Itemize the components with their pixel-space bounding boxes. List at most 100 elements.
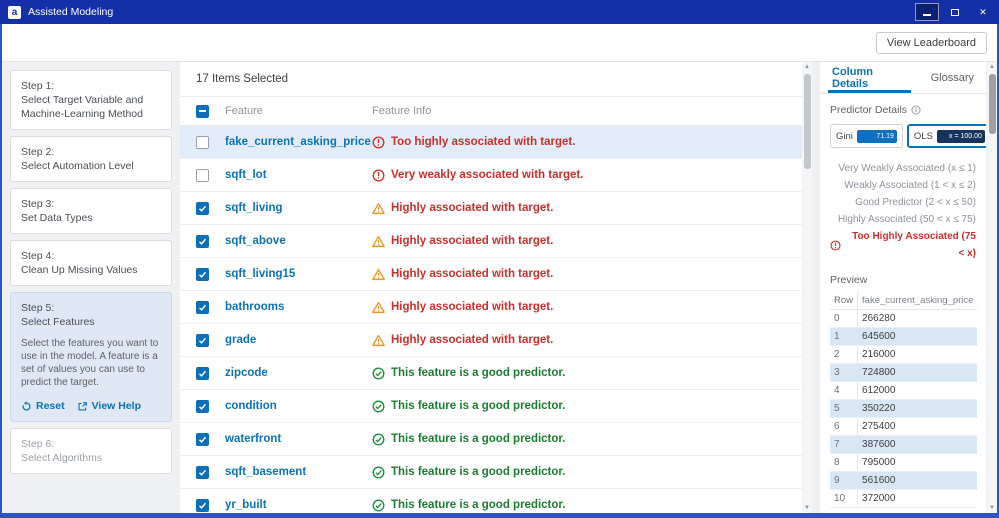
feature-info: Highly associated with target. [372, 235, 553, 248]
preview-header-row: Row fake_current_asking_price [830, 292, 978, 310]
select-all-checkbox[interactable] [196, 104, 209, 118]
feature-row[interactable]: sqft_basement This feature is a good pred… [180, 456, 812, 489]
right-panel-scrollbar[interactable]: ▲ ▼ [987, 62, 997, 513]
ols-toggle[interactable]: OLS x = 100.00 [906, 124, 986, 148]
reset-link[interactable]: Reset [21, 399, 65, 413]
feature-name-link[interactable]: grade [225, 334, 372, 346]
predictor-details-label: Predictor Details [830, 104, 908, 116]
feature-name-link[interactable]: condition [225, 400, 372, 412]
step-label: Step 3: [21, 198, 55, 210]
feature-name-link[interactable]: sqft_above [225, 235, 372, 247]
row-checkbox[interactable] [196, 300, 209, 314]
feature-row[interactable]: sqft_lot Very weakly associated with targ… [180, 159, 812, 192]
row-checkbox[interactable] [196, 201, 209, 215]
scroll-down-arrow[interactable]: ▼ [987, 503, 997, 513]
feature-info: Highly associated with target. [372, 301, 553, 314]
maximize-button[interactable] [943, 3, 967, 21]
ols-value-bar: x = 100.00 [936, 129, 985, 143]
preview-row: 7 387600 [830, 435, 978, 454]
good-icon [372, 433, 385, 446]
info-icon[interactable] [911, 105, 921, 115]
scroll-up-arrow[interactable]: ▲ [987, 62, 997, 72]
title-bar: a Assisted Modeling ✕ [0, 0, 999, 24]
feature-name-link[interactable]: fake_current_asking_price [225, 136, 372, 148]
app-window: a Assisted Modeling ✕ View Leaderboard S… [0, 0, 999, 518]
row-checkbox[interactable] [196, 267, 209, 281]
feature-name-link[interactable]: sqft_lot [225, 169, 372, 181]
feature-row[interactable]: sqft_living Highly associated with target… [180, 192, 812, 225]
gini-toggle[interactable]: Gini 71.19 [830, 124, 903, 148]
step-4-card[interactable]: Step 4: Clean Up Missing Values [10, 240, 172, 286]
feature-row[interactable]: zipcode This feature is a good predictor. [180, 357, 812, 390]
step-3-card[interactable]: Step 3: Set Data Types [10, 188, 172, 234]
step-actions: Reset View Help [21, 399, 161, 413]
step-5-card[interactable]: Step 5: Select Features Select the featu… [10, 292, 172, 422]
view-help-link[interactable]: View Help [77, 399, 141, 413]
feature-info: Very weakly associated with target. [372, 169, 583, 182]
feature-row[interactable]: yr_built This feature is a good predictor… [180, 489, 812, 513]
step-name: Select Target Variable and Machine-Learn… [21, 94, 144, 120]
feature-row[interactable]: waterfront This feature is a good predict… [180, 423, 812, 456]
feature-name-link[interactable]: sqft_living15 [225, 268, 372, 280]
row-checkbox[interactable] [196, 168, 209, 182]
warning-icon [372, 334, 385, 347]
row-checkbox[interactable] [196, 135, 209, 149]
step-name: Select Features [21, 316, 95, 328]
scroll-up-arrow[interactable]: ▲ [802, 62, 812, 72]
main-table-scrollbar[interactable]: ▲ ▼ [802, 62, 812, 513]
details-content: Predictor Details Gini 71.19 OLS x = 100… [820, 94, 986, 508]
feature-info: This feature is a good predictor. [372, 400, 565, 413]
feature-name-link[interactable]: yr_built [225, 499, 372, 511]
gini-label: Gini [836, 130, 853, 142]
feature-name-link[interactable]: waterfront [225, 433, 372, 445]
row-checkbox[interactable] [196, 432, 209, 446]
feature-info-column-header: Feature Info [372, 105, 432, 117]
feature-name-link[interactable]: bathrooms [225, 301, 372, 313]
feature-name-link[interactable]: sqft_living [225, 202, 372, 214]
legend-item: Highly Associated (50 < x ≤ 75) [837, 214, 976, 225]
row-checkbox[interactable] [196, 399, 209, 413]
feature-row[interactable]: sqft_above Highly associated with target. [180, 225, 812, 258]
feature-info: Too highly associated with target. [372, 136, 575, 149]
feature-row[interactable]: fake_current_asking_price Too highly asso… [180, 126, 812, 159]
row-checkbox[interactable] [196, 333, 209, 347]
feature-info: Highly associated with target. [372, 202, 553, 215]
preview-row: 6 275400 [830, 417, 978, 436]
good-icon [372, 367, 385, 380]
window-title: Assisted Modeling [28, 6, 114, 18]
legend-item: Very Weakly Associated (x ≤ 1) [838, 163, 976, 174]
gini-value: 71.19 [876, 132, 894, 140]
view-leaderboard-button[interactable]: View Leaderboard [875, 32, 987, 54]
row-checkbox[interactable] [196, 498, 209, 512]
feature-name-link[interactable]: sqft_basement [225, 466, 372, 478]
good-icon [372, 466, 385, 479]
feature-row[interactable]: condition This feature is a good predicto… [180, 390, 812, 423]
row-checkbox[interactable] [196, 465, 209, 479]
ols-label: OLS [913, 130, 933, 142]
row-checkbox[interactable] [196, 234, 209, 248]
step-1-card[interactable]: Step 1: Select Target Variable and Machi… [10, 70, 172, 130]
scroll-down-arrow[interactable]: ▼ [802, 503, 812, 513]
step-2-card[interactable]: Step 2: Select Automation Level [10, 136, 172, 182]
feature-row[interactable]: sqft_living15 Highly associated with targ… [180, 258, 812, 291]
feature-row[interactable]: bathrooms Highly associated with target. [180, 291, 812, 324]
close-button[interactable]: ✕ [971, 3, 995, 21]
feature-column-header: Feature [225, 105, 263, 117]
row-checkbox[interactable] [196, 366, 209, 380]
tab-column-details[interactable]: Column Details [820, 62, 919, 93]
step-name: Select Algorithms [21, 452, 103, 464]
feature-info: This feature is a good predictor. [372, 499, 565, 512]
tab-glossary[interactable]: Glossary [919, 62, 986, 93]
feature-name-link[interactable]: zipcode [225, 367, 372, 379]
error-icon [372, 169, 385, 182]
step-6-card[interactable]: Step 6: Select Algorithms [10, 428, 172, 474]
feature-row[interactable]: grade Highly associated with target. [180, 324, 812, 357]
preview-row: 2 216000 [830, 345, 978, 364]
preview-row: 5 350220 [830, 399, 978, 418]
error-icon [830, 239, 841, 251]
preview-value-header: fake_current_asking_price [857, 292, 978, 310]
scrollbar-thumb[interactable] [988, 74, 996, 134]
toolbar: View Leaderboard [0, 24, 999, 62]
scrollbar-thumb[interactable] [803, 74, 811, 169]
minimize-button[interactable] [915, 3, 939, 21]
